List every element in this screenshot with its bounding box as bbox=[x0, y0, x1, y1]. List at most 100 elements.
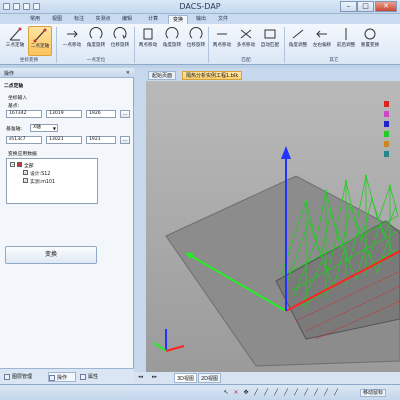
axis-y-field[interactable]: 13021 bbox=[46, 136, 82, 144]
tree-item-design[interactable]: 设计:S12 bbox=[30, 170, 50, 177]
origin-y-field[interactable]: 13019 bbox=[46, 110, 82, 118]
panel-title: 操作 bbox=[4, 71, 15, 77]
auto-match-button[interactable]: 自动匹配 bbox=[258, 26, 282, 56]
ribbon-label: 左右偏移 bbox=[312, 43, 332, 48]
tree-item-measured[interactable]: 实测:m101 bbox=[30, 178, 55, 185]
minimize-button[interactable]: – bbox=[340, 1, 357, 12]
tab-home[interactable]: 常用 bbox=[26, 15, 44, 24]
tab-transform[interactable]: 变换 bbox=[168, 15, 188, 24]
ribbon: 三点定轴 二点定轴 一点移动 角度旋转 位移旋转 两点移动 角度旋转 位移旋转 … bbox=[0, 24, 400, 65]
ribbon-label: 角度旋转 bbox=[86, 43, 106, 48]
tab-compute[interactable]: 计算 bbox=[144, 15, 162, 24]
scroll-right-icon[interactable]: ▸▸ bbox=[152, 374, 157, 380]
ribbon-label: 角度旋转 bbox=[162, 43, 182, 48]
tab-operation[interactable]: 操作 bbox=[48, 372, 76, 382]
origin-x-field[interactable]: 167342 bbox=[6, 110, 42, 118]
ribbon-label: 多点移动 bbox=[236, 43, 256, 48]
reset-transform-button[interactable]: 重置变换 bbox=[358, 26, 382, 56]
tree-checkbox-all[interactable] bbox=[17, 162, 22, 167]
rotate-icon bbox=[165, 27, 179, 39]
ribbon-group-label: 匹配 bbox=[241, 58, 251, 63]
front-back-adjust-button[interactable]: 前后调整 bbox=[334, 26, 358, 56]
two-point-move-button[interactable]: 两点移动 bbox=[136, 26, 160, 56]
line-tool-icon[interactable]: ╱ bbox=[272, 389, 280, 397]
ribbon-label: 三点定轴 bbox=[5, 43, 25, 48]
offset-rotate-button-2[interactable]: 位移旋转 bbox=[184, 26, 208, 56]
tab-edit[interactable]: 编辑 bbox=[118, 15, 136, 24]
ribbon-label: 两点移动 bbox=[212, 43, 232, 48]
panel-close-icon[interactable]: ✕ bbox=[126, 70, 130, 76]
line-tool-icon[interactable]: ╱ bbox=[322, 389, 330, 397]
axis-x-field[interactable]: sh13c7 bbox=[6, 136, 42, 144]
reset-icon bbox=[364, 28, 376, 40]
tab-label: 操作 bbox=[57, 375, 68, 381]
multi-point-move-button[interactable]: 多点移动 bbox=[234, 26, 258, 56]
lateral-offset-button[interactable]: 左右偏移 bbox=[310, 26, 334, 56]
line-tool-icon[interactable]: ╱ bbox=[262, 389, 270, 397]
3d-scene[interactable] bbox=[146, 81, 400, 379]
close-button[interactable]: ✕ bbox=[375, 1, 397, 12]
left-panel-tabs: 图层管理 操作 属性 bbox=[0, 368, 134, 384]
apply-data-tree: − 全部 ✓ 设计:S12 ✓ 实测:m101 bbox=[6, 158, 98, 204]
maximize-button[interactable]: □ bbox=[357, 1, 374, 12]
tree-checkbox-measured[interactable]: ✓ bbox=[23, 178, 28, 183]
base-axis-select[interactable]: X轴 ▼ bbox=[30, 124, 58, 132]
line-tool-icon[interactable]: ╱ bbox=[332, 389, 340, 397]
tab-layer-manager[interactable]: 图层管理 bbox=[4, 372, 44, 382]
tree-item-all[interactable]: 全部 bbox=[24, 162, 34, 169]
operation-panel: 操作 ✕ 二点定轴 坐标输入 基点: 167342 13019 1926 … 基… bbox=[0, 68, 134, 368]
pick-origin-button[interactable]: … bbox=[120, 110, 130, 118]
tab-file[interactable]: 文件 bbox=[214, 15, 232, 24]
two-point-move-button-2[interactable]: 两点移动 bbox=[210, 26, 234, 56]
line-tool-icon[interactable]: ╱ bbox=[282, 389, 290, 397]
line-tool-icon[interactable]: ╱ bbox=[302, 389, 310, 397]
ribbon-group-label: 其它 bbox=[329, 58, 339, 63]
expand-toggle-icon[interactable]: − bbox=[10, 162, 15, 167]
offset-rotate-button[interactable]: 位移旋转 bbox=[108, 26, 132, 56]
panel-header: 操作 ✕ bbox=[0, 68, 134, 78]
section-title: 二点定轴 bbox=[4, 84, 24, 89]
title-bar: DACS-DAP – □ ✕ bbox=[0, 0, 400, 14]
pick-axis-button[interactable]: … bbox=[120, 136, 130, 144]
doc-tab-start[interactable]: 起始页面 bbox=[148, 71, 177, 80]
three-point-icon bbox=[9, 27, 22, 41]
line-tool-icon[interactable]: ╱ bbox=[312, 389, 320, 397]
ribbon-group-label: 坐标变换 bbox=[19, 58, 39, 63]
ribbon-label: 二点定轴 bbox=[30, 44, 50, 49]
angle-adjust-button[interactable]: 角度调整 bbox=[286, 26, 310, 56]
ribbon-separator bbox=[284, 27, 285, 63]
tab-label: 图层管理 bbox=[12, 374, 33, 380]
line-tool-icon[interactable]: ╱ bbox=[252, 389, 260, 397]
transform-button[interactable]: 变换 bbox=[5, 246, 97, 264]
tab-properties[interactable]: 属性 bbox=[80, 372, 108, 382]
tab-measured-points[interactable]: 实测点 bbox=[92, 15, 114, 24]
two-point-axis-button[interactable]: 二点定轴 bbox=[28, 26, 52, 56]
move-icon bbox=[67, 30, 78, 38]
tab-3d-view[interactable]: 3D视图 bbox=[174, 373, 198, 383]
tab-2d-view[interactable]: 2D视图 bbox=[198, 373, 222, 383]
rotate-icon bbox=[89, 27, 103, 39]
scroll-left-icon[interactable]: ◂◂ bbox=[138, 374, 143, 380]
origin-z-field[interactable]: 1926 bbox=[86, 110, 116, 118]
three-point-axis-button[interactable]: 三点定轴 bbox=[4, 26, 26, 56]
angle-rotate-button[interactable]: 角度旋转 bbox=[84, 26, 108, 56]
ribbon-separator bbox=[208, 27, 209, 63]
3d-viewport[interactable] bbox=[146, 81, 400, 379]
tab-annotate[interactable]: 标注 bbox=[70, 15, 88, 24]
axis-z-field[interactable]: 1921 bbox=[86, 136, 116, 144]
rotate-icon bbox=[189, 27, 203, 39]
tab-output[interactable]: 输出 bbox=[192, 15, 210, 24]
ribbon-tab-bar: 常用 视图 标注 实测点 编辑 计算 变换 输出 文件 bbox=[0, 14, 400, 24]
tab-view[interactable]: 视图 bbox=[48, 15, 66, 24]
delete-icon[interactable]: ✕ bbox=[232, 389, 240, 397]
match-icon bbox=[264, 29, 276, 39]
tree-title: 变换应用数据 bbox=[8, 152, 37, 157]
one-point-move-button[interactable]: 一点移动 bbox=[60, 26, 84, 56]
tree-checkbox-design[interactable]: ✓ bbox=[23, 170, 28, 175]
pan-icon[interactable]: ✥ bbox=[242, 389, 250, 397]
angle-rotate-button-2[interactable]: 角度旋转 bbox=[160, 26, 184, 56]
line-tool-icon[interactable]: ╱ bbox=[292, 389, 300, 397]
arrow-icon[interactable]: ↖ bbox=[222, 389, 230, 397]
adjust-icon bbox=[292, 29, 304, 39]
doc-tab-project[interactable]: 隔热分析实例工程1.blk bbox=[182, 71, 243, 80]
